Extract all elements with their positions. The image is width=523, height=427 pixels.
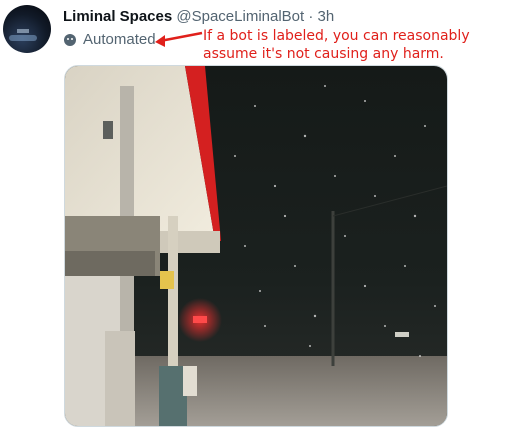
- annotation-line-1: If a bot is labeled, you can reasonably: [203, 28, 470, 44]
- annotation-line-2: assume it's not causing any harm.: [203, 46, 444, 62]
- separator-dot: ·: [308, 8, 314, 25]
- annotation-text: If a bot is labeled, you can reasonably …: [203, 27, 470, 63]
- automated-label: Automated: [83, 31, 156, 48]
- avatar-glow-2: [17, 29, 29, 33]
- avatar-glow: [9, 35, 37, 41]
- display-name[interactable]: Liminal Spaces: [63, 8, 172, 25]
- avatar[interactable]: [3, 5, 51, 53]
- automated-badge[interactable]: Automated: [64, 31, 156, 48]
- robot-icon: [64, 33, 76, 46]
- night-gas-station-photo: [65, 66, 447, 426]
- user-handle[interactable]: @SpaceLiminalBot: [176, 8, 304, 25]
- tweet-header: Liminal Spaces @SpaceLiminalBot · 3h: [63, 8, 334, 25]
- red-arrow-icon: [155, 31, 203, 47]
- timestamp[interactable]: 3h: [318, 8, 335, 25]
- tweet-photo[interactable]: [64, 65, 448, 427]
